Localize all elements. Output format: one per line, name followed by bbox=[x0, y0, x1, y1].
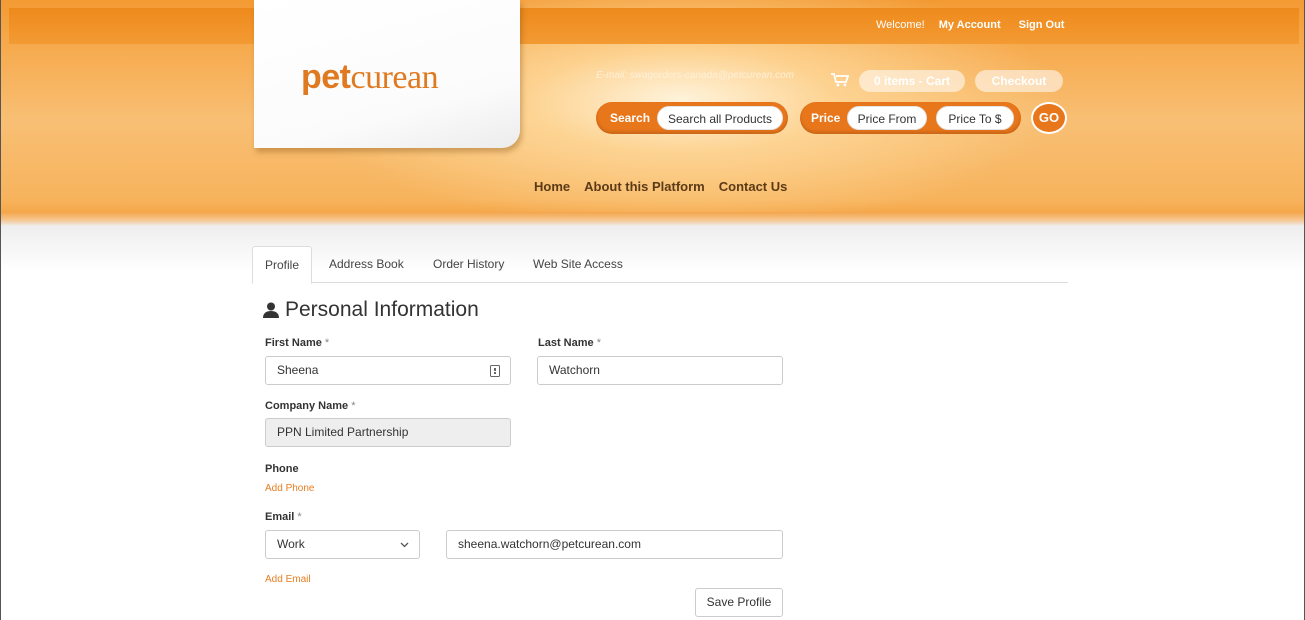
tab-address-book[interactable]: Address Book bbox=[329, 246, 404, 283]
nav-about[interactable]: About this Platform bbox=[584, 179, 705, 194]
cart-icon[interactable] bbox=[831, 73, 849, 87]
price-to-input[interactable]: Price To $ bbox=[936, 106, 1014, 130]
tab-order-history[interactable]: Order History bbox=[433, 246, 504, 283]
save-profile-button[interactable]: Save Profile bbox=[695, 588, 783, 617]
checkout-button[interactable]: Checkout bbox=[975, 70, 1063, 92]
first-name-field[interactable]: Sheena bbox=[265, 356, 511, 385]
search-label: Search bbox=[610, 111, 651, 125]
tab-web-site-access[interactable]: Web Site Access bbox=[533, 246, 623, 283]
company-name-label: Company Name * bbox=[265, 400, 355, 412]
autofill-icon[interactable] bbox=[490, 365, 500, 377]
profile-tabs: Profile Address Book Order History Web S… bbox=[252, 246, 1068, 284]
cart-button[interactable]: 0 items - Cart bbox=[859, 70, 965, 92]
top-strip bbox=[9, 8, 1299, 44]
nav-home[interactable]: Home bbox=[534, 179, 570, 194]
sign-out-link[interactable]: Sign Out bbox=[1019, 19, 1065, 31]
search-input[interactable]: Search all Products bbox=[657, 106, 783, 130]
nav-contact[interactable]: Contact Us bbox=[719, 179, 788, 194]
main-nav: Home About this Platform Contact Us bbox=[534, 179, 801, 194]
add-email-link[interactable]: Add Email bbox=[265, 574, 311, 585]
logo-light: curean bbox=[350, 59, 439, 96]
email-field[interactable]: sheena.watchorn@petcurean.com bbox=[446, 530, 783, 559]
logo[interactable]: petcurean bbox=[301, 58, 439, 97]
last-name-field[interactable]: Watchorn bbox=[537, 356, 783, 385]
required-mark: * bbox=[596, 337, 601, 349]
contact-email: E-mail: swagorders-canada@petcurean.com bbox=[596, 70, 795, 81]
required-mark: * bbox=[324, 337, 330, 349]
price-label: Price bbox=[811, 111, 841, 125]
price-from-input[interactable]: Price From bbox=[847, 106, 927, 130]
tab-profile[interactable]: Profile bbox=[252, 246, 313, 284]
chevron-down-icon bbox=[400, 542, 409, 548]
page-title: Personal Information bbox=[263, 298, 479, 322]
last-name-label-text: Last Name bbox=[538, 337, 594, 349]
app-frame: Welcome! My Account Sign Out petcurean E-m… bbox=[0, 0, 1305, 620]
email-type-value: Work bbox=[277, 537, 305, 551]
first-name-label: First Name * bbox=[265, 337, 329, 349]
email-label-text: Email bbox=[265, 511, 295, 523]
last-name-label: Last Name * bbox=[538, 337, 601, 349]
go-button[interactable]: GO bbox=[1031, 102, 1067, 134]
logo-bold: pet bbox=[301, 58, 351, 96]
required-mark: * bbox=[351, 400, 356, 412]
required-mark: * bbox=[297, 511, 302, 523]
email-label: Email * bbox=[265, 511, 302, 523]
first-name-label-text: First Name bbox=[265, 337, 322, 349]
section-title-text: Personal Information bbox=[285, 298, 479, 321]
account-links: Welcome! My Account Sign Out bbox=[876, 19, 1064, 31]
phone-label: Phone bbox=[265, 463, 299, 475]
email-type-select[interactable]: Work bbox=[265, 530, 420, 559]
add-phone-link[interactable]: Add Phone bbox=[265, 483, 315, 494]
first-name-value: Sheena bbox=[277, 363, 319, 377]
my-account-link[interactable]: My Account bbox=[939, 19, 1001, 31]
welcome-text: Welcome! bbox=[876, 19, 925, 31]
user-icon bbox=[263, 302, 279, 319]
company-label-text: Company Name bbox=[265, 400, 349, 412]
company-name-field: PPN Limited Partnership bbox=[265, 418, 511, 447]
